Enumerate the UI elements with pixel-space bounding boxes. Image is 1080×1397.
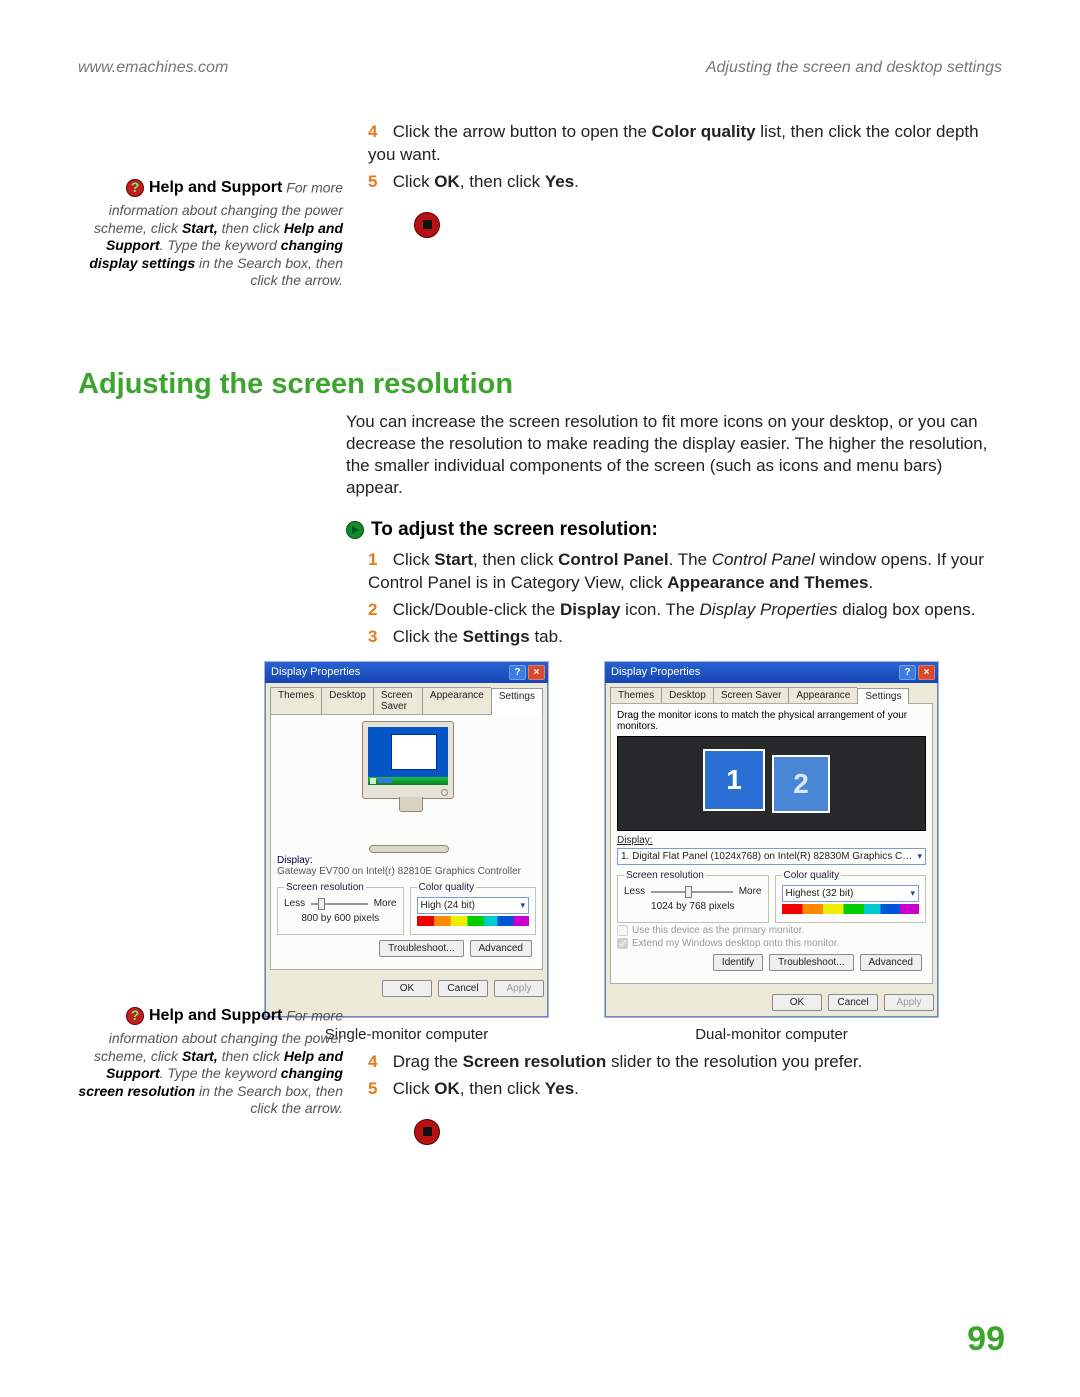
resolution-value: 800 by 600 pixels — [284, 913, 397, 924]
tab-themes[interactable]: Themes — [610, 687, 661, 703]
close-button[interactable]: × — [918, 665, 935, 680]
resolution-slider[interactable] — [311, 897, 368, 911]
display-label: Display: — [277, 855, 536, 866]
stop-icon — [414, 212, 440, 238]
close-button[interactable]: × — [528, 665, 545, 680]
troubleshoot-button[interactable]: Troubleshoot... — [769, 954, 853, 971]
tab-strip: Themes Desktop Screen Saver Appearance S… — [605, 683, 938, 703]
page-number: 99 — [967, 1320, 1005, 1359]
extend-desktop-checkbox[interactable]: Extend my Windows desktop onto this moni… — [617, 938, 926, 949]
section-intro: You can increase the screen resolution t… — [346, 411, 1002, 499]
advanced-button[interactable]: Advanced — [860, 954, 922, 971]
tab-desktop[interactable]: Desktop — [661, 687, 713, 703]
screen-resolution-group: Screen resolution Less More 800 by 600 p… — [277, 882, 404, 935]
identify-button[interactable]: Identify — [713, 954, 763, 971]
help-button[interactable]: ? — [899, 665, 916, 680]
display-dropdown[interactable]: 1. Digital Flat Panel (1024x768) on Inte… — [617, 848, 926, 865]
display-label: Display: — [617, 835, 926, 846]
chevron-down-icon: ▾ — [917, 851, 922, 862]
apply-button[interactable]: Apply — [494, 980, 544, 997]
help-icon: ? — [126, 1007, 144, 1025]
step-1: 1 Click Start, then click Control Panel.… — [368, 549, 1002, 595]
step-3: 3 Click the Settings tab. — [368, 626, 1002, 649]
tab-settings[interactable]: Settings — [857, 688, 909, 704]
header-url: www.emachines.com — [78, 59, 228, 77]
apply-button[interactable]: Apply — [884, 994, 934, 1011]
stop-icon — [414, 1119, 440, 1145]
monitor-1-icon[interactable]: 1 — [703, 749, 765, 811]
monitor-2-icon[interactable]: 2 — [772, 755, 830, 813]
cancel-button[interactable]: Cancel — [828, 994, 878, 1011]
tab-screensaver[interactable]: Screen Saver — [373, 687, 422, 714]
color-quality-dropdown[interactable]: Highest (32 bit)▾ — [782, 885, 920, 902]
display-properties-single: Display Properties ? × Themes Desktop Sc… — [264, 661, 549, 1018]
help-icon: ? — [126, 179, 144, 197]
step-5-prev: 5 Click OK, then click Yes. — [368, 171, 1002, 194]
advanced-button[interactable]: Advanced — [470, 940, 532, 957]
procedure-heading: To adjust the screen resolution: — [346, 519, 1002, 541]
step-4-prev: 4 Click the arrow button to open the Col… — [368, 121, 1002, 167]
tab-appearance[interactable]: Appearance — [422, 687, 491, 714]
resolution-value: 1024 by 768 pixels — [624, 901, 762, 912]
tab-appearance[interactable]: Appearance — [788, 687, 857, 703]
resolution-slider[interactable] — [651, 885, 733, 899]
dlg-titlebar[interactable]: Display Properties ? × — [265, 662, 548, 683]
tab-desktop[interactable]: Desktop — [321, 687, 373, 714]
tab-settings[interactable]: Settings — [491, 688, 543, 715]
primary-monitor-checkbox[interactable]: Use this device as the primary monitor. — [617, 925, 926, 936]
step-5: 5 Click OK, then click Yes. — [368, 1078, 1002, 1101]
play-icon — [346, 521, 364, 539]
screen-resolution-group: Screen resolution Less More 1024 by 768 … — [617, 870, 769, 923]
display-properties-dual: Display Properties ? × Themes Desktop Sc… — [604, 661, 939, 1018]
drag-instruction: Drag the monitor icons to match the phys… — [617, 710, 926, 732]
monitor-arrangement[interactable]: 1 2 — [617, 736, 926, 831]
color-quality-group: Color quality Highest (32 bit)▾ — [775, 870, 927, 923]
caption-dual: Dual-monitor computer — [604, 1026, 939, 1043]
color-preview — [782, 904, 920, 914]
ok-button[interactable]: OK — [772, 994, 822, 1011]
cancel-button[interactable]: Cancel — [438, 980, 488, 997]
dlg-titlebar[interactable]: Display Properties ? × — [605, 662, 938, 683]
step-4: 4 Drag the Screen resolution slider to t… — [368, 1051, 1002, 1074]
chapter-title: Adjusting the screen and desktop setting… — [706, 59, 1002, 77]
section-heading: Adjusting the screen resolution — [78, 368, 1002, 401]
troubleshoot-button[interactable]: Troubleshoot... — [379, 940, 463, 957]
color-quality-group: Color quality High (24 bit)▾ — [410, 882, 537, 935]
tab-themes[interactable]: Themes — [270, 687, 321, 714]
ok-button[interactable]: OK — [382, 980, 432, 997]
color-preview — [417, 916, 530, 926]
step-2: 2 Click/Double-click the Display icon. T… — [368, 599, 1002, 622]
help-button[interactable]: ? — [509, 665, 526, 680]
help-support-box-1: ?Help and Support For more information a… — [78, 178, 343, 290]
color-quality-dropdown[interactable]: High (24 bit)▾ — [417, 897, 530, 914]
chevron-down-icon: ▾ — [520, 900, 525, 911]
help-support-box-2: ?Help and Support For more information a… — [78, 1006, 343, 1118]
chevron-down-icon: ▾ — [910, 888, 915, 899]
tab-strip: Themes Desktop Screen Saver Appearance S… — [265, 683, 548, 714]
display-value: Gateway EV700 on Intel(r) 82810E Graphic… — [277, 866, 536, 877]
monitor-preview — [347, 721, 467, 831]
tab-screensaver[interactable]: Screen Saver — [713, 687, 789, 703]
